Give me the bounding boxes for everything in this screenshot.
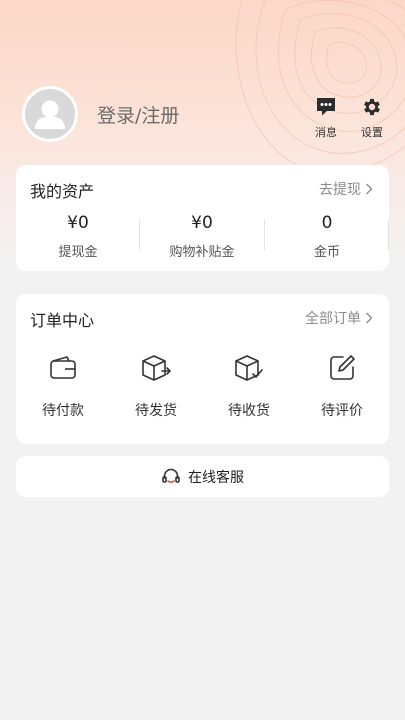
order-pending-payment-label: 待付款 [42, 403, 84, 419]
divider [388, 220, 389, 250]
order-pending-shipment-label: 待发货 [135, 403, 177, 419]
settings-button[interactable]: 设置 [352, 96, 392, 140]
asset-coins-label: 金币 [313, 245, 340, 260]
default-avatar-icon [35, 100, 65, 129]
assets-title: 我的资产 [30, 182, 95, 201]
messages-button[interactable]: 消息 [306, 96, 346, 140]
settings-label: 设置 [361, 126, 383, 139]
order-pending-review-label: 待评价 [321, 403, 363, 419]
withdraw-link[interactable]: 去提现 [319, 179, 373, 199]
gear-icon [364, 98, 380, 116]
messages-label: 消息 [315, 126, 337, 139]
login-register-link[interactable]: 登录/注册 [97, 101, 179, 128]
asset-cash-label: 提现金 [58, 245, 98, 260]
chat-bubble-icon [317, 98, 335, 116]
asset-coins-value: 0 [321, 213, 333, 233]
order-pending-payment[interactable]: 待付款 [27, 350, 99, 420]
chevron-right-icon [366, 183, 373, 195]
box-arrow-icon [142, 355, 171, 381]
orders-card: 订单中心 全部订单 待付款 待发货 待收货 待评价 [16, 294, 389, 444]
headset-icon [162, 468, 180, 483]
assets-card: 我的资产 去提现 ¥0 提现金 ¥0 购物补贴金 0 金币 [16, 165, 389, 271]
chevron-right-icon [366, 312, 373, 324]
profile-header: 登录/注册 消息 设置 [22, 86, 387, 142]
asset-cash-value: ¥0 [67, 213, 89, 233]
asset-subsidy[interactable]: ¥0 购物补贴金 [140, 213, 264, 260]
order-pending-shipment[interactable]: 待发货 [120, 350, 192, 420]
all-orders-link-label: 全部订单 [305, 311, 361, 327]
order-pending-receipt-label: 待收货 [228, 403, 270, 419]
asset-subsidy-label: 购物补贴金 [169, 245, 235, 260]
customer-service-label: 在线客服 [188, 469, 244, 486]
wallet-icon [50, 356, 76, 379]
avatar[interactable] [22, 86, 78, 142]
order-pending-receipt[interactable]: 待收货 [213, 350, 285, 420]
all-orders-link[interactable]: 全部订单 [305, 308, 373, 328]
asset-coins[interactable]: 0 金币 [265, 213, 389, 260]
box-check-icon [235, 355, 263, 381]
orders-title: 订单中心 [30, 311, 95, 330]
withdraw-link-label: 去提现 [319, 182, 361, 198]
order-pending-review[interactable]: 待评价 [306, 350, 378, 420]
edit-icon [330, 355, 355, 380]
customer-service-button[interactable]: 在线客服 [16, 456, 389, 497]
asset-subsidy-value: ¥0 [191, 213, 213, 233]
asset-cash[interactable]: ¥0 提现金 [16, 213, 140, 260]
